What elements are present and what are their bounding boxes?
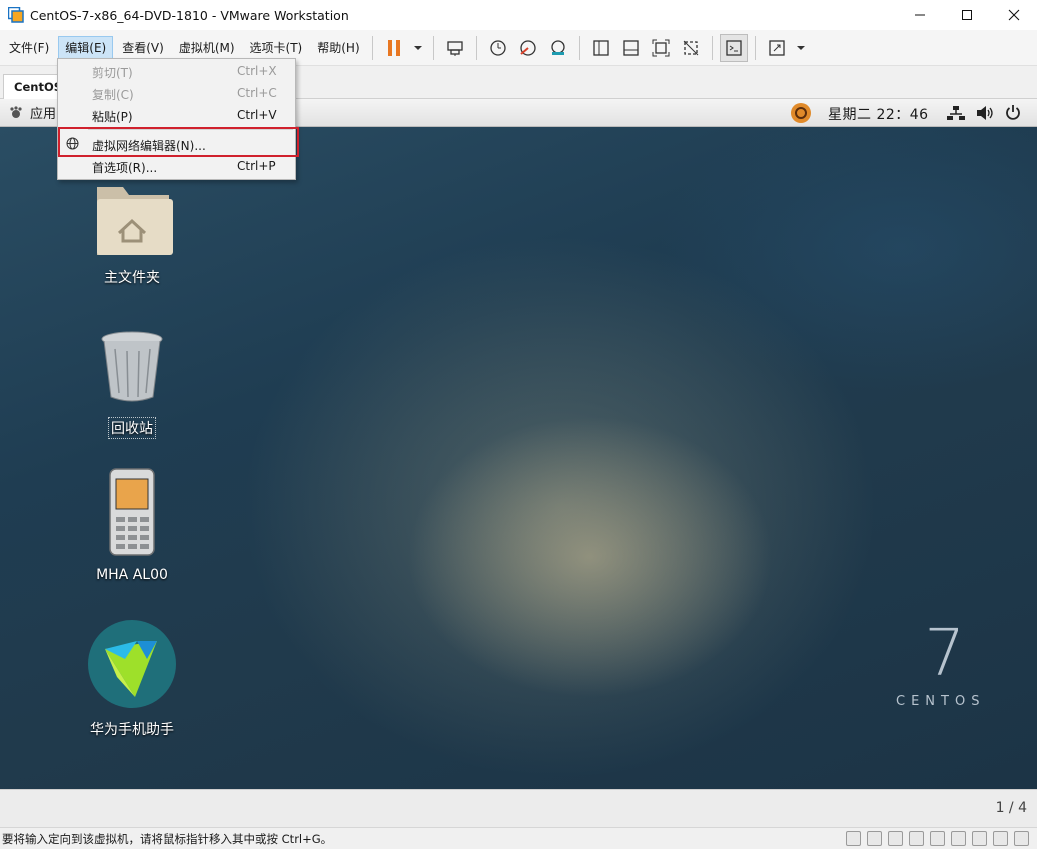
centos-version-number: 7 xyxy=(924,617,966,691)
centos-wordmark: CENTOS xyxy=(896,694,986,709)
hisuite-icon xyxy=(88,620,176,708)
status-message: 要将输入定向到该虚拟机，请将鼠标指针移入其中或按 Ctrl+G。 xyxy=(2,831,333,846)
snapshot-manager-icon[interactable] xyxy=(544,34,572,62)
menu-item-copy[interactable]: 复制(C) Ctrl+C xyxy=(58,82,295,104)
network-adapter-icon[interactable] xyxy=(909,831,924,846)
menu-item-preferences[interactable]: 首选项(R)... Ctrl+P xyxy=(58,155,295,177)
guest-clock[interactable]: 星期二 22：46 xyxy=(828,104,929,124)
desktop-icon-label: 回收站 xyxy=(108,417,156,439)
pause-icon[interactable] xyxy=(380,34,408,62)
trash-icon xyxy=(101,331,163,402)
phone-icon xyxy=(109,468,155,556)
menu-item-shortcut: Ctrl+C xyxy=(237,86,277,100)
power-icon[interactable] xyxy=(1005,104,1021,123)
menu-file[interactable]: 文件(F) xyxy=(3,36,55,60)
menu-item-label: 首选项(R)... xyxy=(92,161,158,175)
full-screen-icon[interactable] xyxy=(647,34,675,62)
menu-item-shortcut: Ctrl+V xyxy=(237,108,277,122)
maximize-button[interactable] xyxy=(944,0,990,30)
volume-icon[interactable] xyxy=(976,105,994,124)
guest-bottom-panel: 1 / 4 xyxy=(0,789,1037,827)
display-icon[interactable] xyxy=(993,831,1008,846)
revert-snapshot-icon[interactable] xyxy=(514,34,542,62)
sound-card-icon[interactable] xyxy=(951,831,966,846)
title-bar: CentOS-7-x86_64-DVD-1810 - VMware Workst… xyxy=(0,0,1037,30)
toolbar-separator xyxy=(432,35,434,60)
toolbar-separator xyxy=(371,35,373,60)
menu-item-cut[interactable]: 剪切(T) Ctrl+X xyxy=(58,60,295,82)
desktop-icon-hisuite[interactable]: 华为手机助手 xyxy=(77,619,187,739)
applications-menu[interactable]: 应用 xyxy=(8,103,56,122)
menu-item-shortcut: Ctrl+P xyxy=(237,159,276,173)
desktop-icon-phone[interactable]: MHA AL00 xyxy=(77,467,187,583)
device-status-icons xyxy=(846,831,1029,846)
workspace-pager[interactable]: 1 / 4 xyxy=(996,800,1027,816)
status-bar: 要将输入定向到该虚拟机，请将鼠标指针移入其中或按 Ctrl+G。 xyxy=(0,827,1037,849)
menu-item-paste[interactable]: 粘贴(P) Ctrl+V xyxy=(58,104,295,126)
notification-avatar-icon[interactable] xyxy=(790,102,812,127)
show-library-icon[interactable] xyxy=(587,34,615,62)
menu-vm[interactable]: 虚拟机(M) xyxy=(173,36,241,60)
menu-tabs[interactable]: 选项卡(T) xyxy=(244,36,309,60)
desktop-icon-label: 主文件夹 xyxy=(104,270,160,286)
desktop-icon-trash[interactable]: 回收站 xyxy=(77,327,187,439)
guest-desktop[interactable]: 主文件夹 回收站 MHA AL00 华为手机助手 7 CENTOS xyxy=(0,127,1037,789)
menu-item-label: 剪切(T) xyxy=(92,66,133,80)
centos-watermark: 7 CENTOS xyxy=(896,622,985,709)
desktop-icon-home[interactable]: 主文件夹 xyxy=(77,177,187,287)
edit-menu-dropdown: 剪切(T) Ctrl+X 复制(C) Ctrl+C 粘贴(P) Ctrl+V 虚… xyxy=(57,58,299,180)
toolbar-separator xyxy=(754,35,756,60)
home-folder-icon xyxy=(97,187,173,255)
message-icon[interactable] xyxy=(1014,831,1029,846)
tab-label: CentOS xyxy=(14,80,62,94)
send-ctrl-alt-del-icon[interactable] xyxy=(441,34,469,62)
menu-item-label: 粘贴(P) xyxy=(92,110,133,124)
dropdown-arrow-icon[interactable] xyxy=(793,34,809,62)
vmware-app-icon xyxy=(7,6,24,23)
show-thumbnail-icon[interactable] xyxy=(617,34,645,62)
printer-icon[interactable] xyxy=(972,831,987,846)
desktop-icon-label: MHA AL00 xyxy=(96,567,168,583)
network-icon[interactable] xyxy=(947,105,965,124)
console-view-icon[interactable] xyxy=(719,33,748,62)
toolbar-separator xyxy=(578,35,580,60)
desktop-icon-label: 华为手机助手 xyxy=(90,722,174,738)
menu-view[interactable]: 查看(V) xyxy=(116,36,170,60)
dropdown-arrow-icon[interactable] xyxy=(410,34,426,62)
menu-item-shortcut: Ctrl+X xyxy=(237,64,277,78)
menu-item-label: 复制(C) xyxy=(92,88,134,102)
window-title: CentOS-7-x86_64-DVD-1810 - VMware Workst… xyxy=(30,7,349,23)
floppy-icon[interactable] xyxy=(888,831,903,846)
menu-help[interactable]: 帮助(H) xyxy=(311,36,365,60)
usb-icon[interactable] xyxy=(930,831,945,846)
hard-disk-icon[interactable] xyxy=(846,831,861,846)
snapshot-icon[interactable] xyxy=(484,34,512,62)
cd-dvd-icon[interactable] xyxy=(867,831,882,846)
tab-centos[interactable]: CentOS xyxy=(3,74,63,99)
menu-edit[interactable]: 编辑(E) xyxy=(58,35,114,60)
toolbar-separator xyxy=(475,35,477,60)
unity-icon[interactable] xyxy=(677,34,705,62)
close-button[interactable] xyxy=(991,0,1037,30)
minimize-button[interactable] xyxy=(897,0,943,30)
applications-label: 应用 xyxy=(30,107,57,122)
toolbar-separator xyxy=(711,35,713,60)
gnome-foot-icon xyxy=(10,105,22,118)
stretch-icon[interactable] xyxy=(763,34,791,62)
annotation-highlight-box xyxy=(58,127,299,157)
